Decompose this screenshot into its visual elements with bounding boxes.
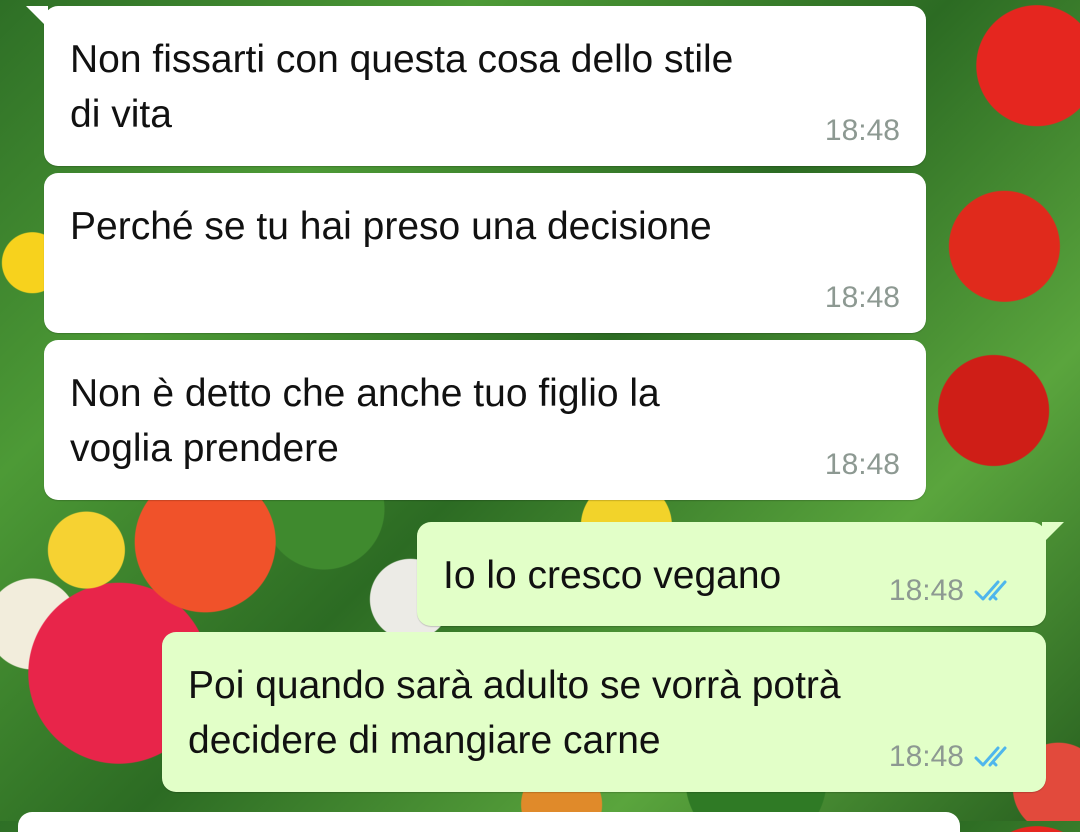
message-text: Io lo cresco vegano <box>443 554 782 597</box>
message-bubble-incoming[interactable]: Non fissarti con questa cosa dello stile… <box>26 6 926 166</box>
message-meta: 18:48 <box>825 114 900 148</box>
bubble-tail <box>26 6 48 28</box>
double-check-icon <box>974 746 1007 767</box>
message-meta: 18:48 <box>889 574 1020 608</box>
message-text: Perché se tu hai preso una decisione <box>70 205 712 248</box>
double-check-icon <box>974 580 1007 601</box>
message-bubble-outgoing[interactable]: Poi quando sarà adulto se vorrà potrà de… <box>162 632 1046 792</box>
message-text: Non fissarti con questa cosa dello stile… <box>70 38 734 136</box>
message-time: 18:48 <box>888 740 964 773</box>
message-meta: 18:48 <box>825 281 900 315</box>
message-bubble-incoming[interactable]: Non è detto che anche tuo figlio la vogl… <box>44 340 926 500</box>
message-meta: 18:48 <box>889 740 1020 774</box>
message-text: Poi quando sarà adulto se vorrà potrà de… <box>188 664 841 762</box>
message-text: Non è detto che anche tuo figlio la vogl… <box>70 372 660 470</box>
message-time: 18:48 <box>824 281 900 314</box>
next-message-bubble-partial <box>18 812 960 832</box>
message-bubble-outgoing[interactable]: Io lo cresco vegano 18:48 <box>417 522 1064 626</box>
message-meta: 18:48 <box>825 448 900 482</box>
message-bubble-incoming[interactable]: Perché se tu hai preso una decisione 18:… <box>44 173 926 333</box>
message-time: 18:48 <box>824 114 900 147</box>
bubble-tail <box>1042 522 1064 544</box>
message-time: 18:48 <box>888 574 964 607</box>
message-time: 18:48 <box>824 448 900 481</box>
